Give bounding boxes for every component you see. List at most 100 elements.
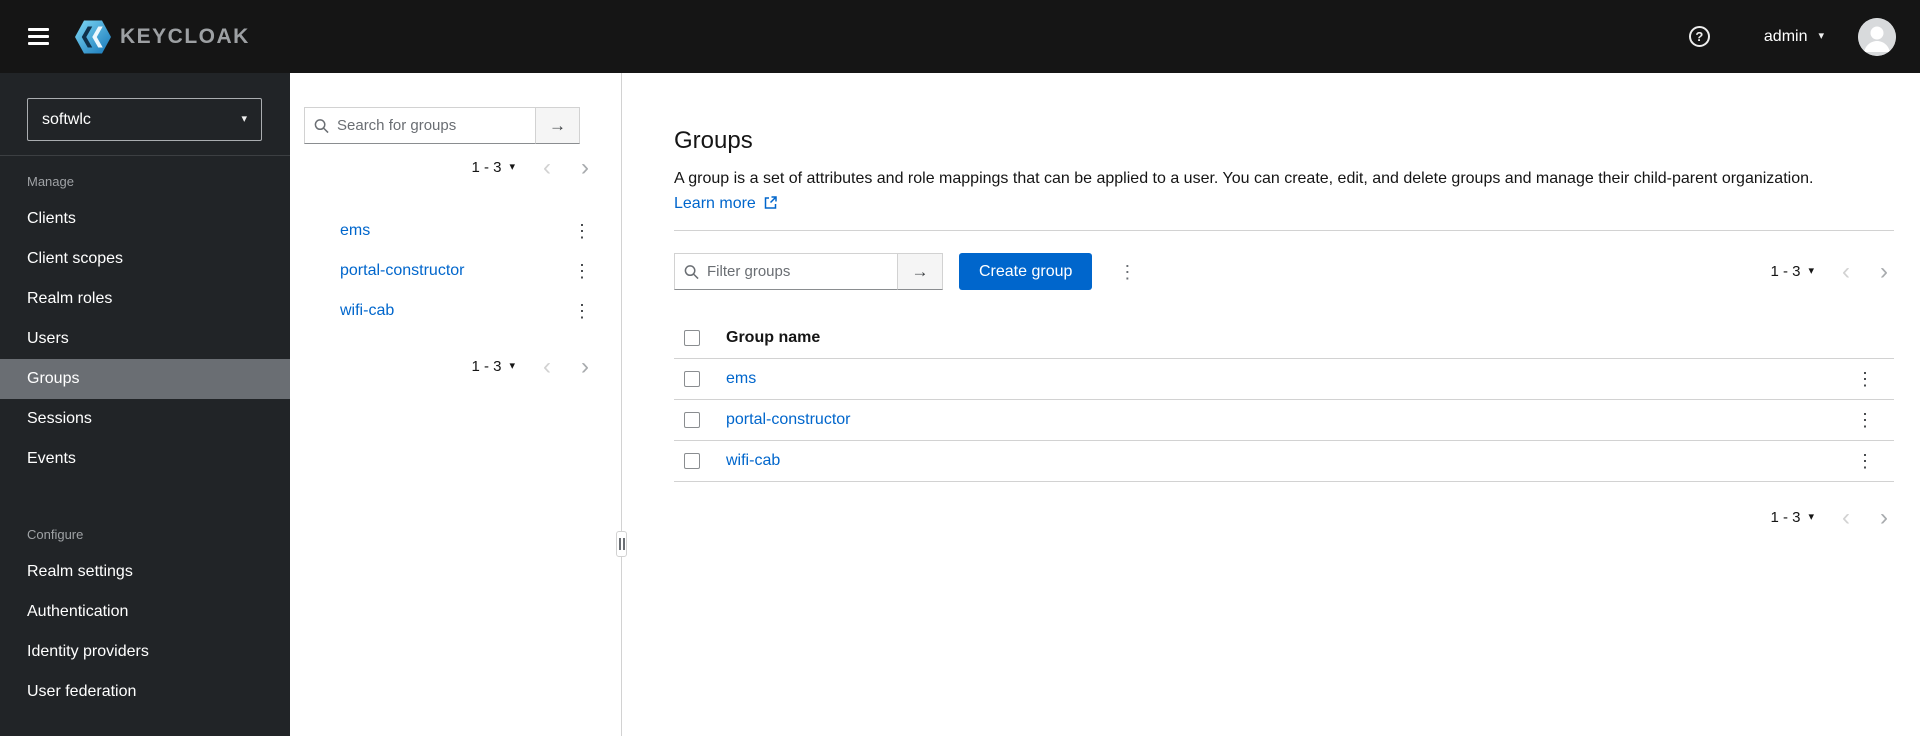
select-all-checkbox[interactable]	[684, 330, 700, 346]
masthead: KEYCLOAK ? admin ▾	[0, 0, 1920, 73]
group-link-wifi-cab[interactable]: wifi-cab	[340, 302, 394, 320]
kebab-menu-icon[interactable]: ⋮	[567, 260, 597, 282]
masthead-actions: ? admin ▾	[1688, 17, 1896, 56]
list-item: wifi-cab ⋮	[290, 291, 621, 331]
pagination-range: 1 - 3	[471, 159, 502, 177]
keycloak-logo-icon	[75, 20, 111, 53]
filter-submit-button[interactable]: →	[897, 253, 943, 290]
filter-groups-input[interactable]	[674, 253, 897, 290]
list-item: portal-constructor ⋮	[290, 251, 621, 291]
page-body: softwlc ▾ Manage Clients Client scopes R…	[0, 73, 1920, 736]
pagination-prev-button[interactable]: ‹	[541, 355, 553, 379]
nav-section-configure: Configure Realm settings Authentication …	[0, 509, 290, 712]
nav-toggle-button[interactable]	[24, 20, 53, 53]
sidebar-item-realm-roles[interactable]: Realm roles	[0, 279, 290, 319]
toolbar-kebab-menu[interactable]: ⋮	[1112, 261, 1142, 283]
pagination-prev-button[interactable]: ‹	[1840, 505, 1852, 529]
pagination-range-dropdown[interactable]: 1 - 3 ▾	[471, 159, 515, 176]
sidebar-item-users[interactable]: Users	[0, 319, 290, 359]
sidebar-item-clients[interactable]: Clients	[0, 199, 290, 239]
arrow-right-icon: →	[549, 115, 566, 135]
caret-down-icon: ▾	[1808, 265, 1814, 277]
learn-more-link[interactable]: Learn more	[674, 195, 778, 212]
nav-section-title: Manage	[27, 174, 74, 189]
sidebar-item-client-scopes[interactable]: Client scopes	[0, 239, 290, 279]
filter-search: →	[674, 253, 943, 290]
drawer-search-submit-button[interactable]: →	[535, 107, 580, 144]
group-link-wifi-cab[interactable]: wifi-cab	[726, 452, 780, 469]
search-icon	[684, 264, 699, 279]
pagination-range-dropdown[interactable]: 1 - 3 ▾	[471, 358, 515, 375]
group-link-ems[interactable]: ems	[340, 222, 370, 240]
search-icon	[314, 118, 329, 133]
brand-text: KEYCLOAK	[120, 24, 250, 48]
caret-down-icon: ▾	[509, 161, 515, 174]
sidebar-item-identity-providers[interactable]: Identity providers	[0, 632, 290, 672]
page-title: Groups	[674, 127, 753, 154]
group-link-portal-constructor[interactable]: portal-constructor	[726, 411, 851, 428]
caret-down-icon: ▾	[509, 360, 515, 373]
sidebar-item-sessions[interactable]: Sessions	[0, 399, 290, 439]
drawer-pagination-bottom: 1 - 3 ▾ ‹ ›	[290, 331, 621, 379]
table-row: ems ⋮	[674, 358, 1894, 400]
list-item: ems ⋮	[290, 211, 621, 251]
external-link-icon	[765, 196, 778, 209]
username: admin	[1763, 27, 1808, 45]
row-checkbox[interactable]	[684, 371, 700, 387]
table-header-row: Group name	[674, 318, 1894, 359]
row-kebab-menu[interactable]: ⋮	[1850, 450, 1880, 472]
pagination-prev-button[interactable]: ‹	[541, 155, 553, 179]
groups-drawer: → 1 - 3 ▾ ‹ › ems ⋮ portal-c	[290, 73, 627, 736]
section-divider	[674, 230, 1894, 231]
hamburger-icon	[28, 28, 49, 31]
pagination-range: 1 - 3	[1770, 509, 1801, 527]
sidebar-item-user-federation[interactable]: User federation	[0, 672, 290, 712]
page-description-text: A group is a set of attributes and role …	[674, 170, 1814, 187]
group-link-ems[interactable]: ems	[726, 370, 756, 387]
pagination-prev-button[interactable]: ‹	[1840, 259, 1852, 283]
table-row: wifi-cab ⋮	[674, 440, 1894, 482]
sidebar-item-authentication[interactable]: Authentication	[0, 592, 290, 632]
pagination-next-button[interactable]: ›	[579, 355, 591, 379]
realm-selector[interactable]: softwlc ▾	[27, 98, 262, 141]
table-pagination-top: 1 - 3 ▾ ‹ ›	[1770, 259, 1894, 283]
nav-section-manage: Manage Clients Client scopes Realm roles…	[0, 156, 290, 479]
pagination-range-dropdown[interactable]: 1 - 3 ▾	[1770, 509, 1814, 526]
group-link-portal-constructor[interactable]: portal-constructor	[340, 262, 465, 280]
row-kebab-menu[interactable]: ⋮	[1850, 409, 1880, 431]
pagination-next-button[interactable]: ›	[1878, 259, 1890, 283]
pagination-range: 1 - 3	[1770, 263, 1801, 280]
groups-table: Group name ems ⋮ portal-constructor ⋮ wi…	[674, 318, 1894, 482]
groups-page: Groups A group is a set of attributes an…	[622, 73, 1920, 736]
pagination-next-button[interactable]: ›	[1878, 505, 1890, 529]
realm-selector-wrap: softwlc ▾	[0, 73, 290, 156]
drawer-search-input[interactable]	[304, 107, 535, 144]
panel-resizer-handle[interactable]	[616, 531, 627, 557]
row-kebab-menu[interactable]: ⋮	[1850, 368, 1880, 390]
nav-section-title: Configure	[27, 527, 84, 542]
realm-name: softwlc	[42, 110, 91, 128]
sidebar-item-groups[interactable]: Groups	[0, 359, 290, 399]
pagination-range-dropdown[interactable]: 1 - 3 ▾	[1770, 263, 1814, 280]
row-checkbox[interactable]	[684, 453, 700, 469]
row-checkbox[interactable]	[684, 412, 700, 428]
user-menu-dropdown[interactable]: admin ▾	[1764, 28, 1824, 46]
caret-down-icon: ▾	[1808, 511, 1814, 524]
sidebar-item-events[interactable]: Events	[0, 439, 290, 479]
avatar[interactable]	[1858, 17, 1896, 56]
table-row: portal-constructor ⋮	[674, 399, 1894, 441]
table-pagination-bottom: 1 - 3 ▾ ‹ ›	[674, 505, 1894, 529]
kebab-menu-icon[interactable]: ⋮	[567, 220, 597, 242]
column-header-group-name: Group name	[718, 318, 1840, 359]
caret-down-icon: ▾	[241, 113, 247, 125]
page-description: A group is a set of attributes and role …	[674, 166, 1879, 216]
pagination-next-button[interactable]: ›	[579, 155, 591, 179]
create-group-button[interactable]: Create group	[959, 253, 1093, 290]
help-icon[interactable]: ?	[1688, 26, 1710, 47]
sidebar-item-realm-settings[interactable]: Realm settings	[0, 552, 290, 592]
pagination-range: 1 - 3	[471, 358, 502, 376]
drawer-search: →	[304, 107, 621, 144]
kebab-menu-icon[interactable]: ⋮	[567, 300, 597, 322]
drawer-group-list: ems ⋮ portal-constructor ⋮ wifi-cab ⋮	[290, 211, 621, 331]
drawer-pagination-top: 1 - 3 ▾ ‹ ›	[290, 144, 621, 179]
